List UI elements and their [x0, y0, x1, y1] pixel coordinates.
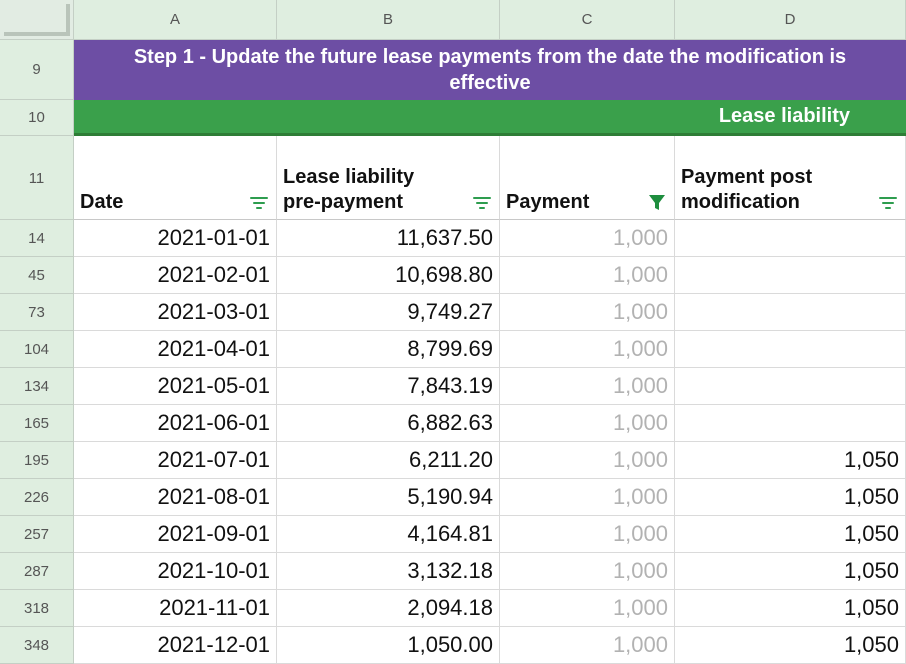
cell-lease-liability[interactable]: 11,637.50	[277, 220, 500, 257]
cell-date[interactable]: 2021-02-01	[74, 257, 277, 294]
cell-lease-liability[interactable]: 1,050.00	[277, 627, 500, 664]
row-header[interactable]: 318	[0, 590, 74, 627]
cell-payment[interactable]: 1,000	[500, 257, 675, 294]
header-payment-post-modification[interactable]: Payment post modification	[675, 136, 906, 220]
header-payment-post-label: Payment post modification	[681, 166, 813, 213]
cell-date[interactable]: 2021-06-01	[74, 405, 277, 442]
cell-lease-liability[interactable]: 3,132.18	[277, 553, 500, 590]
cell-date[interactable]: 2021-05-01	[74, 368, 277, 405]
cell-payment-post[interactable]	[675, 331, 906, 368]
lease-liability-label: Lease liability	[718, 105, 850, 127]
cell-payment[interactable]: 1,000	[500, 516, 675, 553]
cell-lease-liability[interactable]: 9,749.27	[277, 294, 500, 331]
header-date[interactable]: Date	[74, 136, 277, 220]
cell-date[interactable]: 2021-03-01	[74, 294, 277, 331]
row-header[interactable]: 287	[0, 553, 74, 590]
row-header[interactable]: 104	[0, 331, 74, 368]
row-header[interactable]: 195	[0, 442, 74, 479]
cell-lease-liability[interactable]: 6,882.63	[277, 405, 500, 442]
lease-liability-band[interactable]: Lease liability	[74, 100, 906, 136]
cell-payment[interactable]: 1,000	[500, 368, 675, 405]
cell-lease-liability[interactable]: 2,094.18	[277, 590, 500, 627]
cell-payment-post[interactable]	[675, 294, 906, 331]
row-header-10[interactable]: 10	[0, 100, 74, 136]
cell-payment-post[interactable]	[675, 257, 906, 294]
cell-date[interactable]: 2021-01-01	[74, 220, 277, 257]
column-header-a[interactable]: A	[74, 0, 277, 40]
cell-payment-post[interactable]: 1,050	[675, 442, 906, 479]
cell-payment-post[interactable]: 1,050	[675, 479, 906, 516]
header-payment-label: Payment	[506, 191, 590, 213]
cell-lease-liability[interactable]: 7,843.19	[277, 368, 500, 405]
cell-payment-post[interactable]: 1,050	[675, 590, 906, 627]
cell-payment[interactable]: 1,000	[500, 294, 675, 331]
cell-payment[interactable]: 1,000	[500, 405, 675, 442]
cell-payment[interactable]: 1,000	[500, 627, 675, 664]
cell-payment-post[interactable]	[675, 220, 906, 257]
row-header[interactable]: 165	[0, 405, 74, 442]
row-header[interactable]: 14	[0, 220, 74, 257]
filter-lines-icon[interactable]	[877, 191, 899, 213]
header-payment[interactable]: Payment	[500, 136, 675, 220]
select-all-corner[interactable]	[0, 0, 74, 40]
cell-date[interactable]: 2021-09-01	[74, 516, 277, 553]
header-date-label: Date	[80, 191, 124, 213]
spreadsheet-grid: A B C D 9 Step 1 - Update the future lea…	[0, 0, 906, 664]
cell-lease-liability[interactable]: 6,211.20	[277, 442, 500, 479]
row-header[interactable]: 257	[0, 516, 74, 553]
cell-payment[interactable]: 1,000	[500, 553, 675, 590]
cell-lease-liability[interactable]: 8,799.69	[277, 331, 500, 368]
cell-payment-post[interactable]: 1,050	[675, 627, 906, 664]
step-banner[interactable]: Step 1 - Update the future lease payment…	[74, 40, 906, 100]
column-header-c[interactable]: C	[500, 0, 675, 40]
column-header-b[interactable]: B	[277, 0, 500, 40]
cell-date[interactable]: 2021-11-01	[74, 590, 277, 627]
filter-funnel-active-icon[interactable]	[646, 191, 668, 213]
row-header-11[interactable]: 11	[0, 136, 74, 220]
column-header-d[interactable]: D	[675, 0, 906, 40]
header-lease-liability-pre-payment[interactable]: Lease liability pre-payment	[277, 136, 500, 220]
cell-lease-liability[interactable]: 5,190.94	[277, 479, 500, 516]
cell-date[interactable]: 2021-04-01	[74, 331, 277, 368]
cell-date[interactable]: 2021-10-01	[74, 553, 277, 590]
row-header[interactable]: 226	[0, 479, 74, 516]
cell-payment[interactable]: 1,000	[500, 331, 675, 368]
row-header-9[interactable]: 9	[0, 40, 74, 100]
row-header[interactable]: 73	[0, 294, 74, 331]
header-lease-liability-label: Lease liability pre-payment	[283, 166, 415, 213]
row-header[interactable]: 45	[0, 257, 74, 294]
cell-payment[interactable]: 1,000	[500, 590, 675, 627]
cell-payment-post[interactable]	[675, 368, 906, 405]
cell-date[interactable]: 2021-12-01	[74, 627, 277, 664]
cell-payment[interactable]: 1,000	[500, 220, 675, 257]
cell-lease-liability[interactable]: 10,698.80	[277, 257, 500, 294]
cell-payment-post[interactable]: 1,050	[675, 516, 906, 553]
cell-payment-post[interactable]	[675, 405, 906, 442]
cell-payment-post[interactable]: 1,050	[675, 553, 906, 590]
cell-payment[interactable]: 1,000	[500, 442, 675, 479]
cell-payment[interactable]: 1,000	[500, 479, 675, 516]
row-header[interactable]: 348	[0, 627, 74, 664]
cell-date[interactable]: 2021-08-01	[74, 479, 277, 516]
row-header[interactable]: 134	[0, 368, 74, 405]
filter-lines-icon[interactable]	[248, 191, 270, 213]
filter-lines-icon[interactable]	[471, 191, 493, 213]
cell-lease-liability[interactable]: 4,164.81	[277, 516, 500, 553]
cell-date[interactable]: 2021-07-01	[74, 442, 277, 479]
